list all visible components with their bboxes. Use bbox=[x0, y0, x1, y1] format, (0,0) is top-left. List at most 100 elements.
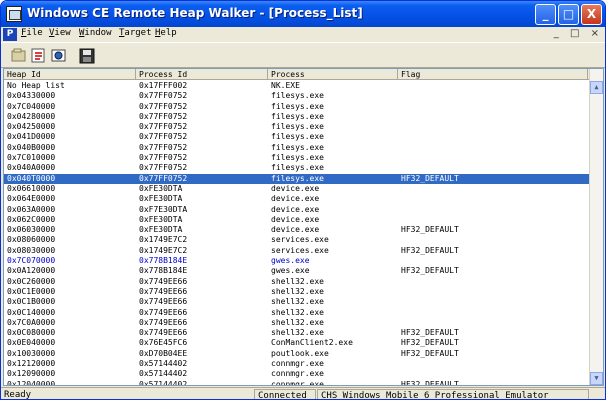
menu-file[interactable]: File bbox=[21, 28, 43, 38]
process-id-cell: 0xD70B04EE bbox=[139, 348, 188, 358]
table-row[interactable]: 0x0C1E0000 0x7749EE66 shell32.exe bbox=[4, 287, 603, 297]
scroll-down-icon[interactable]: ▼ bbox=[590, 372, 603, 385]
menu-window[interactable]: Window bbox=[79, 28, 112, 38]
save-icon[interactable] bbox=[77, 46, 97, 65]
table-row[interactable]: 0x041D0000 0x77FF0752 filesys.exe bbox=[4, 132, 603, 142]
close-button[interactable]: X bbox=[581, 4, 602, 25]
header-process-id[interactable]: Process Id bbox=[136, 69, 268, 80]
process-id-cell: 0x77FF0752 bbox=[139, 122, 188, 132]
flag-cell: HF32_DEFAULT bbox=[401, 266, 459, 276]
mdi-restore-button[interactable]: □ bbox=[570, 28, 579, 39]
table-row[interactable]: 0x06030000 0xFE30DTA device.exe HF32_DEFAUL… bbox=[4, 225, 603, 235]
process-id-cell: 0x1749E7C2 bbox=[139, 245, 188, 255]
process-id-cell: 0x57144402 bbox=[139, 359, 188, 369]
menu-view[interactable]: View bbox=[49, 28, 71, 38]
process-id-cell: 0x76E45FC6 bbox=[139, 338, 188, 348]
toolbar bbox=[1, 42, 605, 68]
process-cell: filesys.exe bbox=[271, 173, 324, 183]
table-row[interactable]: 0x040T0000 0x77FF0752 filesys.exe HF32_DEFA… bbox=[4, 173, 603, 184]
heap-id-cell: 0x7C010000 bbox=[7, 153, 56, 163]
process-cell: device.exe bbox=[271, 194, 320, 204]
heap-id-cell: 0x0A120000 bbox=[7, 266, 56, 276]
process-id-cell: 0xFE30DTA bbox=[139, 225, 183, 235]
process-id-cell: 0xF7E30DTA bbox=[139, 204, 188, 214]
mdi-close-button[interactable]: × bbox=[591, 28, 599, 39]
table-row[interactable]: 0x12090000 0x57144402 connmgr.exe bbox=[4, 369, 603, 379]
table-row[interactable]: 0x06610000 0xFE30DTA device.exe bbox=[4, 184, 603, 194]
table-row[interactable]: 0x08060000 0x1749E7C2 services.exe bbox=[4, 235, 603, 245]
heap-id-cell: 0x0C1E0000 bbox=[7, 286, 56, 296]
flag-cell: HF32_DEFAULT bbox=[401, 338, 459, 348]
table-row[interactable]: 0x0A120000 0x778B184E gwes.exe HF32_DEFAULT bbox=[4, 266, 603, 276]
table-row[interactable]: 0x0C260000 0x7749EE66 shell32.exe bbox=[4, 277, 603, 287]
heap-id-cell: 0x0C260000 bbox=[7, 276, 56, 286]
heap-id-cell: 0x0E040000 bbox=[7, 338, 56, 348]
process-cell: device.exe bbox=[271, 183, 320, 193]
open-icon[interactable] bbox=[9, 46, 29, 65]
status-emulator: CHS Windows Mobile 6 Professional Emulat… bbox=[317, 389, 589, 399]
table-row[interactable]: 0x0E040000 0x76E45FC6 ConManClient2.exe HF3… bbox=[4, 338, 603, 348]
table-row[interactable]: 0x7C040000 0x77FF0752 filesys.exe bbox=[4, 102, 603, 112]
header-process[interactable]: Process bbox=[268, 69, 398, 80]
flag-cell: HF32_DEFAULT bbox=[401, 328, 459, 338]
process-cell: filesys.exe bbox=[271, 91, 324, 101]
process-id-cell: 0x77FF0752 bbox=[139, 173, 188, 183]
header-flag[interactable]: Flag bbox=[398, 69, 588, 80]
table-row[interactable]: 0x062C0000 0xFE30DTA device.exe bbox=[4, 215, 603, 225]
table-row[interactable]: 0x0C080000 0x7749EE66 shell32.exe HF32_DEFA… bbox=[4, 328, 603, 338]
table-row[interactable]: 0x04250000 0x77FF0752 filesys.exe bbox=[4, 122, 603, 132]
heap-icon[interactable] bbox=[49, 46, 69, 65]
heap-id-cell: 0x04250000 bbox=[7, 122, 56, 132]
mdi-minimize-button[interactable]: _ bbox=[554, 28, 559, 39]
heap-id-cell: 0x0C140000 bbox=[7, 307, 56, 317]
table-row[interactable]: 0x08030000 0x1749E7C2 services.exe HF32_DEF… bbox=[4, 246, 603, 256]
table-row[interactable]: 0x04280000 0x77FF0752 filesys.exe bbox=[4, 112, 603, 122]
maximize-button[interactable]: □ bbox=[558, 4, 579, 25]
process-cell: filesys.exe bbox=[271, 132, 324, 142]
table-row[interactable]: 0x0C140000 0x7749EE66 shell32.exe bbox=[4, 308, 603, 318]
process-id-cell: 0x778B184E bbox=[139, 266, 188, 276]
heap-id-cell: 0x12090000 bbox=[7, 369, 56, 379]
process-cell: connmgr.exe bbox=[271, 359, 324, 369]
process-cell: ConManClient2.exe bbox=[271, 338, 353, 348]
table-row[interactable]: 0x063A0000 0xF7E30DTA device.exe bbox=[4, 205, 603, 215]
process-cell: filesys.exe bbox=[271, 122, 324, 132]
table-row[interactable]: 0x7C070000 0x778B184E gwes.exe bbox=[4, 256, 603, 266]
process-id-cell: 0x7749EE66 bbox=[139, 307, 188, 317]
status-connection: Connected bbox=[254, 389, 316, 399]
process-id-cell: 0x77FF0752 bbox=[139, 142, 188, 152]
table-row[interactable]: 0x040B0000 0x77FF0752 filesys.exe bbox=[4, 143, 603, 153]
title-bar[interactable]: Windows CE Remote Heap Walker - [Process… bbox=[1, 1, 605, 27]
process-cell: device.exe bbox=[271, 204, 320, 214]
flag-cell: HF32_DEFAULT bbox=[401, 379, 459, 386]
table-row[interactable]: 0x12120000 0x57144402 connmgr.exe bbox=[4, 359, 603, 369]
refresh-icon[interactable] bbox=[29, 46, 49, 65]
table-row[interactable]: 0x064E0000 0xFE30DTA device.exe bbox=[4, 194, 603, 204]
scroll-up-icon[interactable]: ▲ bbox=[590, 81, 603, 94]
main-window: Windows CE Remote Heap Walker - [Process… bbox=[0, 0, 606, 400]
process-cell: shell32.exe bbox=[271, 286, 324, 296]
document-icon[interactable]: P bbox=[3, 28, 17, 41]
status-bar: Ready Connected CHS Windows Mobile 6 Pro… bbox=[1, 387, 605, 399]
table-row[interactable]: 0x7C0A0000 0x7749EE66 shell32.exe bbox=[4, 318, 603, 328]
heap-id-cell: No Heap list bbox=[7, 81, 65, 90]
vertical-scrollbar[interactable]: ▲ ▼ bbox=[589, 69, 603, 385]
table-row[interactable]: 0x7C010000 0x77FF0752 filesys.exe bbox=[4, 153, 603, 163]
app-icon[interactable] bbox=[6, 6, 22, 22]
table-row[interactable]: 0x04330000 0x77FF0752 filesys.exe bbox=[4, 91, 603, 101]
heap-id-cell: 0x041D0000 bbox=[7, 132, 56, 142]
menu-target[interactable]: Target bbox=[119, 28, 152, 38]
process-id-cell: 0x77FF0752 bbox=[139, 111, 188, 121]
heap-table[interactable]: Heap Id Process Id Process Flag No Heap … bbox=[3, 68, 604, 386]
table-row[interactable]: No Heap list 0x17FFF002 NK.EXE bbox=[4, 81, 603, 91]
heap-id-cell: 0x040A0000 bbox=[7, 163, 56, 173]
menu-help[interactable]: Help bbox=[155, 28, 177, 38]
process-cell: filesys.exe bbox=[271, 111, 324, 121]
table-row[interactable]: 0x12040000 0x57144402 connmgr.exe HF32_DEFA… bbox=[4, 379, 603, 386]
table-row[interactable]: 0x0C1B0000 0x7749EE66 shell32.exe bbox=[4, 297, 603, 307]
minimize-button[interactable]: _ bbox=[535, 4, 556, 25]
header-heap-id[interactable]: Heap Id bbox=[4, 69, 136, 80]
table-row[interactable]: 0x10030000 0xD70B04EE poutlook.exe HF32_DEF… bbox=[4, 349, 603, 359]
menu-bar: P File View Window Target Help _ □ × bbox=[1, 27, 605, 42]
table-row[interactable]: 0x040A0000 0x77FF0752 filesys.exe bbox=[4, 163, 603, 173]
